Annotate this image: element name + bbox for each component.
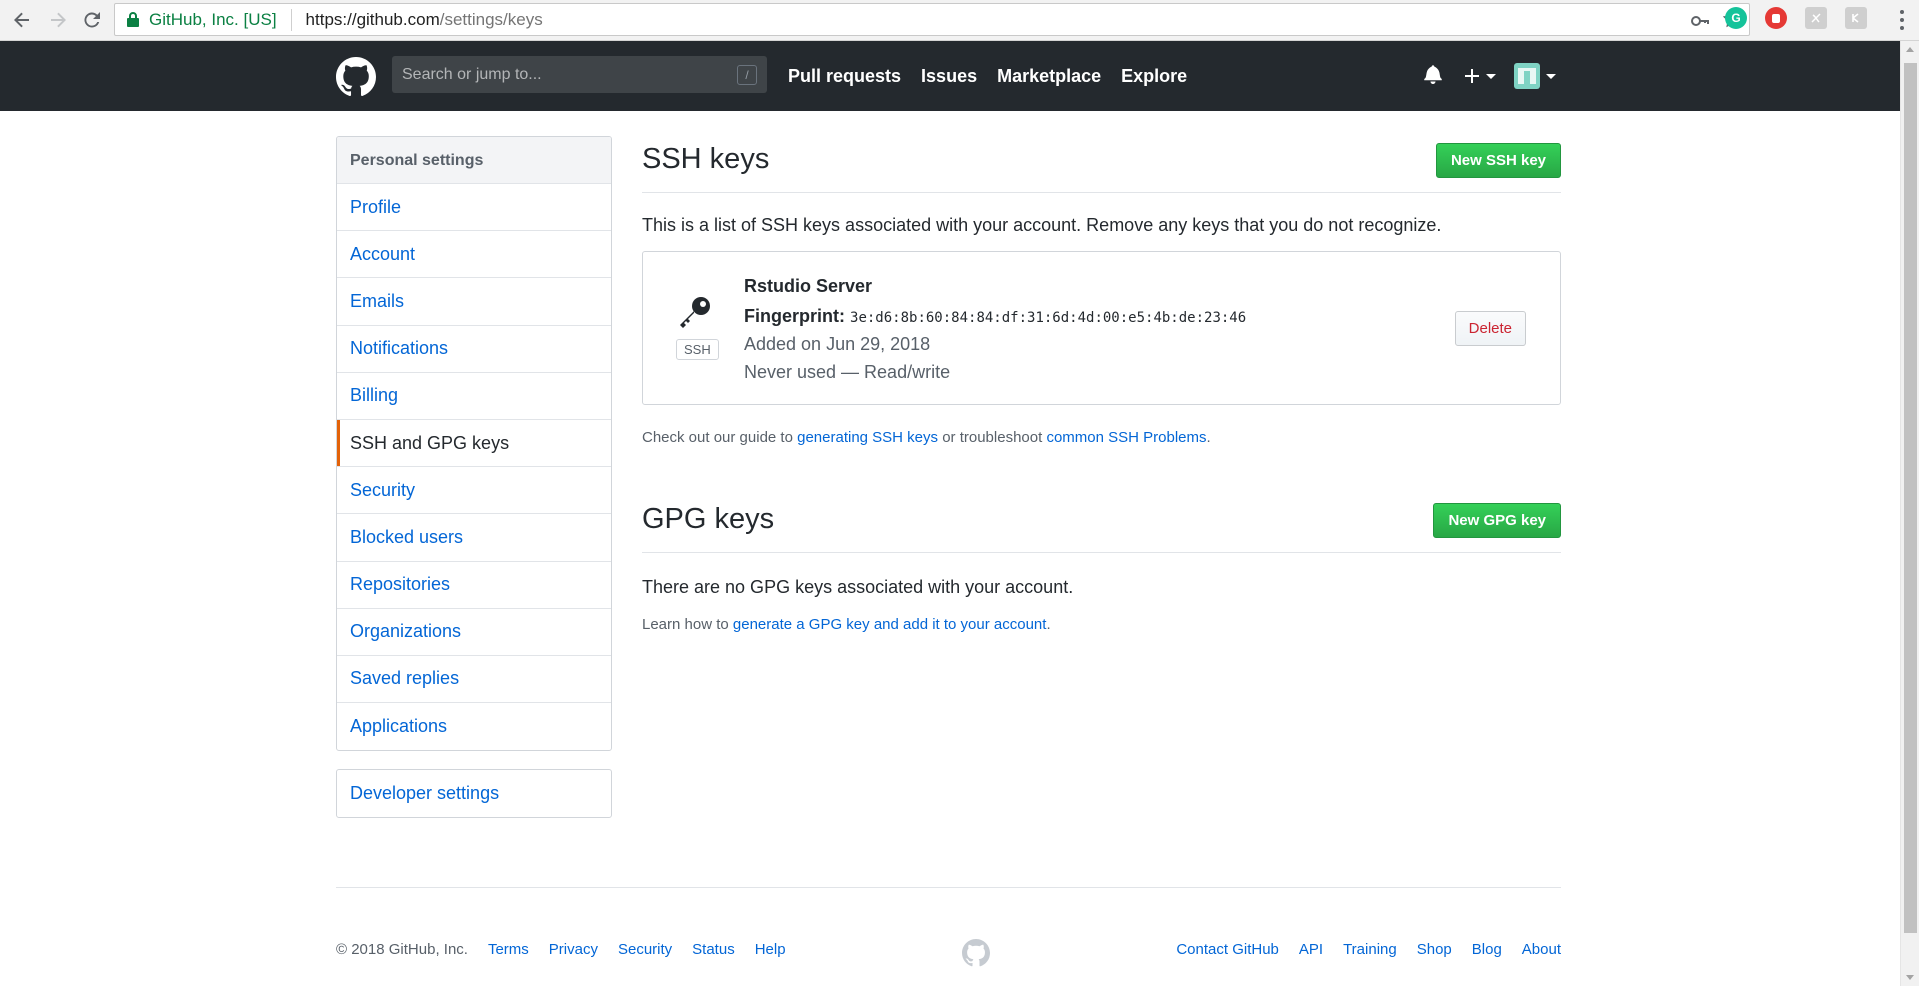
- footer-link-shop[interactable]: Shop: [1417, 941, 1452, 958]
- sidebar-item-emails[interactable]: Emails: [337, 278, 611, 326]
- search-placeholder: Search or jump to...: [402, 65, 542, 83]
- page-scrollbar[interactable]: [1900, 41, 1919, 986]
- header-nav: Pull requests Issues Marketplace Explore: [788, 66, 1187, 87]
- github-mark-icon[interactable]: [962, 939, 990, 967]
- sidebar-item-saved-replies[interactable]: Saved replies: [337, 656, 611, 704]
- sidebar-item-applications[interactable]: Applications: [337, 703, 611, 750]
- new-gpg-key-button[interactable]: New GPG key: [1433, 503, 1561, 538]
- ssh-description: This is a list of SSH keys associated wi…: [642, 215, 1442, 235]
- ssh-key-title: Rstudio Server: [744, 276, 873, 296]
- user-menu[interactable]: [1514, 63, 1556, 89]
- sidebar-item-security[interactable]: Security: [337, 467, 611, 515]
- learn-suffix: .: [1046, 616, 1051, 633]
- ssh-key-added-date: Added on Jun 29, 2018: [744, 334, 931, 354]
- footer-link-terms[interactable]: Terms: [488, 941, 529, 958]
- scroll-up-arrow-icon[interactable]: [1906, 47, 1914, 52]
- generate-gpg-key-link[interactable]: generate a GPG key and add it to your ac…: [733, 616, 1047, 633]
- sidebar-item-profile[interactable]: Profile: [337, 184, 611, 232]
- gpg-description: There are no GPG keys associated with yo…: [642, 577, 1074, 597]
- sidebar-item-blocked-users[interactable]: Blocked users: [337, 514, 611, 562]
- sidebar-item-developer-settings[interactable]: Developer settings: [336, 769, 612, 818]
- browser-toolbar: GitHub, Inc. [US] https://github.com/set…: [0, 0, 1919, 41]
- gpg-learn-note: Learn how to generate a GPG key and add …: [642, 616, 1051, 633]
- reload-icon[interactable]: [78, 6, 106, 34]
- ssh-section-header: SSH keys New SSH key: [642, 143, 1561, 193]
- url-path: /settings/keys: [439, 9, 543, 29]
- footer-copyright: © 2018 GitHub, Inc.: [336, 941, 468, 958]
- footer-link-contact[interactable]: Contact GitHub: [1176, 941, 1279, 958]
- divider: [290, 8, 292, 31]
- search-input[interactable]: Search or jump to... /: [392, 56, 767, 93]
- footer-link-training[interactable]: Training: [1343, 941, 1397, 958]
- plus-icon: [1465, 69, 1479, 83]
- footer-divider: [336, 887, 1561, 888]
- learn-prefix: Learn how to: [642, 616, 729, 633]
- guide-prefix: Check out our guide to: [642, 429, 793, 446]
- sidebar-item-notifications[interactable]: Notifications: [337, 326, 611, 373]
- settings-sidebar: Personal settings Profile Account Emails…: [336, 136, 612, 752]
- footer-link-help[interactable]: Help: [755, 941, 786, 958]
- back-icon[interactable]: [8, 6, 36, 34]
- sidebar-item-organizations[interactable]: Organizations: [337, 609, 611, 656]
- guide-middle: or troubleshoot: [942, 429, 1043, 446]
- footer-link-privacy[interactable]: Privacy: [549, 941, 598, 958]
- key-icon: [677, 294, 713, 335]
- lock-icon: [127, 12, 141, 28]
- scroll-down-arrow-icon[interactable]: [1906, 975, 1914, 980]
- grammarly-extension-icon[interactable]: G: [1725, 7, 1747, 29]
- browser-menu-icon[interactable]: [1894, 8, 1910, 32]
- gpg-section-header: GPG keys New GPG key: [642, 503, 1561, 553]
- search-shortcut-hint: /: [737, 65, 757, 85]
- ssh-guide-note: Check out our guide to generating SSH ke…: [642, 429, 1211, 446]
- pdf-extension-icon[interactable]: [1805, 7, 1827, 29]
- common-ssh-problems-link[interactable]: common SSH Problems: [1046, 429, 1206, 446]
- address-bar[interactable]: GitHub, Inc. [US] https://github.com/set…: [114, 3, 1750, 36]
- ssh-section-title: SSH keys: [642, 143, 770, 175]
- footer-link-api[interactable]: API: [1299, 941, 1323, 958]
- gpg-section-title: GPG keys: [642, 503, 775, 535]
- nav-pull-requests[interactable]: Pull requests: [788, 66, 901, 87]
- site-header: Search or jump to... / Pull requests Iss…: [0, 41, 1900, 111]
- delete-ssh-key-button[interactable]: Delete: [1454, 311, 1526, 346]
- header-actions: [1424, 63, 1556, 89]
- chevron-down-icon: [1546, 73, 1556, 79]
- github-logo-icon[interactable]: [336, 57, 376, 97]
- sidebar-item-ssh-gpg-keys[interactable]: SSH and GPG keys: [337, 419, 611, 468]
- scrollbar-thumb[interactable]: [1904, 63, 1917, 933]
- create-new-menu[interactable]: [1464, 68, 1496, 84]
- notifications-bell-icon[interactable]: [1424, 64, 1442, 89]
- guide-suffix: .: [1206, 429, 1211, 446]
- sidebar-item-account[interactable]: Account: [337, 231, 611, 279]
- nav-explore[interactable]: Explore: [1121, 66, 1187, 87]
- fingerprint-value: 3e:d6:8b:60:84:84:df:31:6d:4d:00:e5:4b:d…: [850, 310, 1247, 326]
- ssh-key-fingerprint: Fingerprint: 3e:d6:8b:60:84:84:df:31:6d:…: [744, 306, 1246, 327]
- footer-right: Contact GitHub API Training Shop Blog Ab…: [1176, 941, 1561, 958]
- sidebar-item-billing[interactable]: Billing: [337, 373, 611, 420]
- footer-link-blog[interactable]: Blog: [1472, 941, 1502, 958]
- ssh-key-item: SSH Rstudio Server Fingerprint: 3e:d6:8b…: [642, 251, 1561, 405]
- avatar: [1514, 63, 1540, 89]
- secure-label: GitHub, Inc. [US]: [149, 9, 277, 29]
- footer-left: © 2018 GitHub, Inc. Terms Privacy Securi…: [336, 941, 786, 958]
- footer-link-status[interactable]: Status: [692, 941, 735, 958]
- forward-icon[interactable]: [44, 6, 72, 34]
- adblock-extension-icon[interactable]: [1765, 7, 1787, 29]
- chevron-down-icon: [1486, 73, 1496, 79]
- url-host: https://github.com: [305, 9, 440, 29]
- sidebar-item-repositories[interactable]: Repositories: [337, 562, 611, 609]
- footer-link-security[interactable]: Security: [618, 941, 672, 958]
- nav-marketplace[interactable]: Marketplace: [997, 66, 1101, 87]
- ssh-type-badge: SSH: [676, 339, 719, 360]
- footer-link-about[interactable]: About: [1522, 941, 1561, 958]
- ssh-key-usage: Never used — Read/write: [744, 362, 951, 382]
- generating-ssh-keys-link[interactable]: generating SSH keys: [797, 429, 938, 446]
- fingerprint-label: Fingerprint:: [744, 306, 845, 326]
- nav-issues[interactable]: Issues: [921, 66, 977, 87]
- extension-icon[interactable]: [1845, 7, 1867, 29]
- new-ssh-key-button[interactable]: New SSH key: [1435, 143, 1561, 178]
- key-icon[interactable]: [1691, 12, 1709, 32]
- sidebar-heading: Personal settings: [337, 137, 611, 184]
